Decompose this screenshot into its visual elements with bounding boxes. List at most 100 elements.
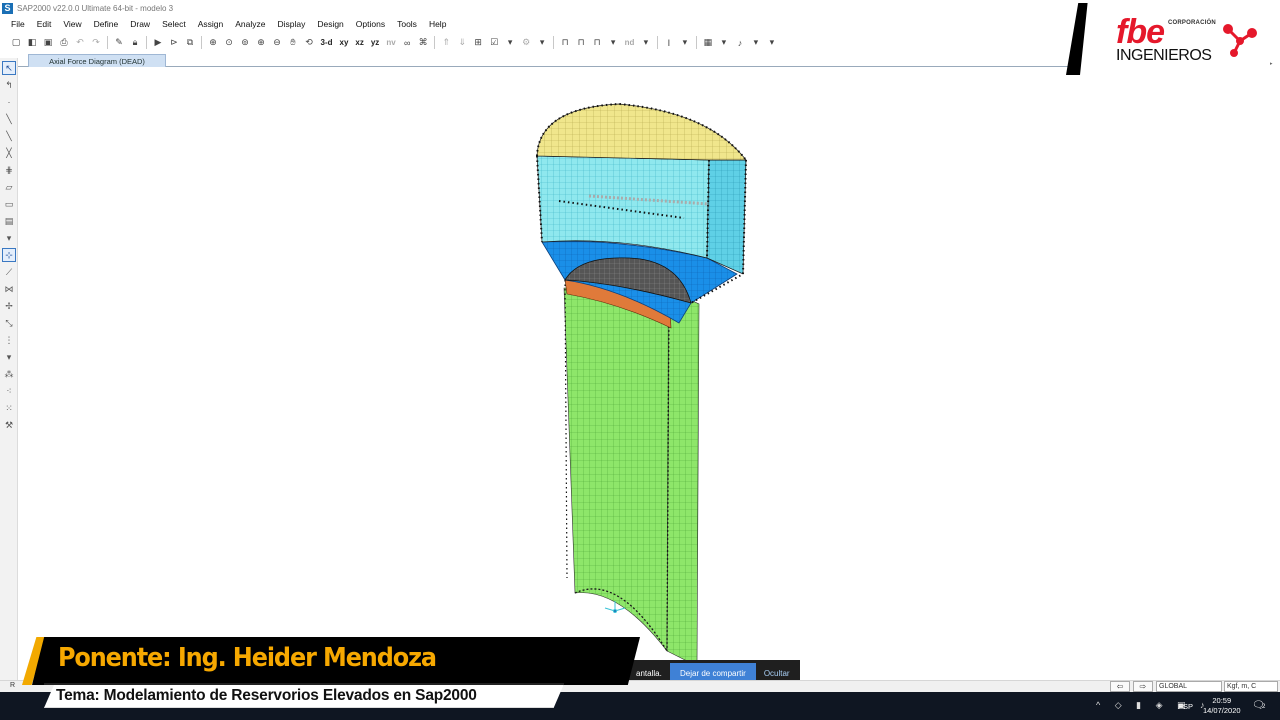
quick-draw-frame-icon[interactable]: ╲ — [2, 129, 16, 143]
draw-brace-icon[interactable]: ╳ — [2, 146, 16, 160]
menu-options[interactable]: Options — [350, 19, 391, 29]
menu-analyze[interactable]: Analyze — [229, 19, 271, 29]
check-icon[interactable]: ☑ — [488, 36, 501, 49]
pan-hand-icon[interactable]: ✋︎ — [287, 36, 300, 49]
reshaper-icon[interactable]: ↰ — [2, 78, 16, 92]
move-up-icon[interactable]: ⇑ — [440, 36, 453, 49]
coordinate-system-select[interactable]: GLOBAL — [1156, 681, 1222, 692]
print-icon[interactable]: ⎙ — [58, 36, 71, 49]
menu-help[interactable]: Help — [423, 19, 452, 29]
draw-secondary-beam-icon[interactable]: ⋕ — [2, 163, 16, 177]
undo-icon[interactable]: ↶ — [74, 36, 87, 49]
zoom-restore-icon[interactable]: ⊙ — [223, 36, 236, 49]
hammer-icon[interactable]: ⚒ — [2, 418, 16, 432]
toolbar-separator — [107, 36, 108, 49]
menu-view[interactable]: View — [57, 19, 87, 29]
open-file-icon[interactable]: ◧ — [26, 36, 39, 49]
menu-draw[interactable]: Draw — [124, 19, 156, 29]
toolbar-separator — [201, 36, 202, 49]
run-analysis-icon[interactable]: ▶ — [152, 36, 165, 49]
zoom-window-icon[interactable]: ⊕ — [207, 36, 220, 49]
intersect-icon[interactable]: ⋈ — [2, 282, 16, 296]
dropdown-chevron-icon[interactable]: ▾ — [2, 231, 16, 245]
menu-tools[interactable]: Tools — [391, 19, 423, 29]
draw-poly-area-icon[interactable]: ▱ — [2, 180, 16, 194]
grid-icon[interactable]: ⊞ — [472, 36, 485, 49]
snap-grid-icon[interactable]: ⋮ — [2, 333, 16, 347]
view-3d-button[interactable]: 3-d — [319, 36, 335, 49]
zoom-default-icon[interactable]: ⊚ — [239, 36, 252, 49]
view-xy-button[interactable]: xy — [338, 36, 351, 49]
steel-design-icon[interactable]: ♪ — [733, 36, 746, 49]
view-yz-button[interactable]: yz — [369, 36, 381, 49]
snap-midpoint-icon[interactable]: ✢ — [2, 299, 16, 313]
dropdown-chevron-icon[interactable]: ▾ — [536, 36, 549, 49]
frame-load-icon[interactable]: ⊓ — [575, 36, 588, 49]
pointer-icon[interactable]: ↖ — [2, 61, 16, 75]
draw-link-icon[interactable]: ⟋ — [2, 265, 16, 279]
menu-edit[interactable]: Edit — [31, 19, 58, 29]
lock-icon[interactable]: 🔒︎ — [129, 36, 142, 49]
section-icon[interactable]: I — [662, 36, 675, 49]
table-icon[interactable]: ▦ — [701, 36, 714, 49]
menu-display[interactable]: Display — [271, 19, 311, 29]
menu-define[interactable]: Define — [88, 19, 125, 29]
menu-select[interactable]: Select — [156, 19, 192, 29]
language-indicator[interactable]: ESP — [1178, 702, 1193, 711]
rotate-view-icon[interactable]: ⟲ — [303, 36, 316, 49]
draw-frame-icon[interactable]: ╲ — [2, 112, 16, 126]
snap-end-icon[interactable]: ⤡ — [2, 316, 16, 330]
menu-file[interactable]: File — [0, 19, 31, 29]
dropdown-chevron-icon[interactable]: ▾ — [504, 36, 517, 49]
menu-assign[interactable]: Assign — [192, 19, 230, 29]
draw-point-icon[interactable]: · — [2, 95, 16, 109]
hide-share-bar-button[interactable]: Ocultar — [756, 669, 790, 678]
select-all-label-icon[interactable]: ⁂ — [2, 367, 16, 381]
view-nd-button[interactable]: nd — [623, 36, 637, 49]
display-options-icon[interactable]: ⚙ — [520, 36, 533, 49]
frame-icon[interactable]: ⊓ — [559, 36, 572, 49]
next-view-button[interactable]: ⇨ — [1133, 681, 1153, 692]
clear-selection-icon[interactable]: ⁙ — [2, 401, 16, 415]
dropdown-chevron-icon[interactable]: ▾ — [765, 36, 778, 49]
save-icon[interactable]: ▣ — [42, 36, 55, 49]
topic-banner-edge — [44, 683, 564, 685]
view-xz-button[interactable]: xz — [353, 36, 365, 49]
tab-axial-force-diagram[interactable]: Axial Force Diagram (DEAD) — [28, 54, 166, 67]
move-down-icon[interactable]: ⇓ — [456, 36, 469, 49]
clock-time: 20:59 — [1212, 696, 1232, 705]
units-select[interactable]: Kgf, m, C — [1224, 681, 1278, 692]
dropdown-chevron-icon[interactable]: ▾ — [749, 36, 762, 49]
previous-selection-icon[interactable]: ⁖ — [2, 384, 16, 398]
redo-icon[interactable]: ↷ — [90, 36, 103, 49]
view-nv-button[interactable]: nv — [384, 36, 397, 49]
perspective-icon[interactable]: ∞ — [401, 36, 414, 49]
model-view-canvas[interactable] — [19, 68, 1269, 680]
select-all-icon[interactable]: ⊹ — [2, 248, 16, 262]
pencil-icon[interactable]: ✎ — [113, 36, 126, 49]
run-step-icon[interactable]: ⊳ — [168, 36, 181, 49]
system-tray-icons[interactable]: ^ ◇ ▮ ◈ ▣ ♪ — [1096, 700, 1211, 711]
dropdown-chevron-icon[interactable]: ▾ — [607, 36, 620, 49]
shaft-side-face — [666, 289, 700, 667]
previous-view-button[interactable]: ⇦ — [1110, 681, 1130, 692]
elevated-reservoir-model — [536, 102, 747, 667]
dropdown-chevron-icon[interactable]: ▾ — [2, 350, 16, 364]
dropdown-chevron-icon[interactable]: ▾ — [639, 36, 652, 49]
zoom-out-icon[interactable]: ⊖ — [271, 36, 284, 49]
menu-bar: File Edit View Define Draw Select Assign… — [0, 16, 1070, 32]
zoom-in-icon[interactable]: ⊕ — [255, 36, 268, 49]
refresh-view-icon[interactable]: ⧉ — [184, 36, 197, 49]
new-file-icon[interactable]: ▢ — [10, 36, 23, 49]
moment-diagram-icon[interactable]: ⊓ — [591, 36, 604, 49]
speaker-name: Ponente: Ing. Heider Mendoza — [58, 643, 437, 673]
dropdown-chevron-icon[interactable]: ▾ — [678, 36, 691, 49]
shrink-objects-icon[interactable]: ⌘ — [417, 36, 430, 49]
taskbar-clock[interactable]: 20:59 14/07/2020 — [1203, 696, 1241, 716]
draw-solid-icon[interactable]: ▤ — [2, 214, 16, 228]
menu-design[interactable]: Design — [311, 19, 349, 29]
draw-rect-area-icon[interactable]: ▭ — [2, 197, 16, 211]
dropdown-chevron-icon[interactable]: ▾ — [717, 36, 730, 49]
topic-text: Tema: Modelamiento de Reservorios Elevad… — [56, 687, 477, 704]
status-text: R — [10, 682, 16, 689]
